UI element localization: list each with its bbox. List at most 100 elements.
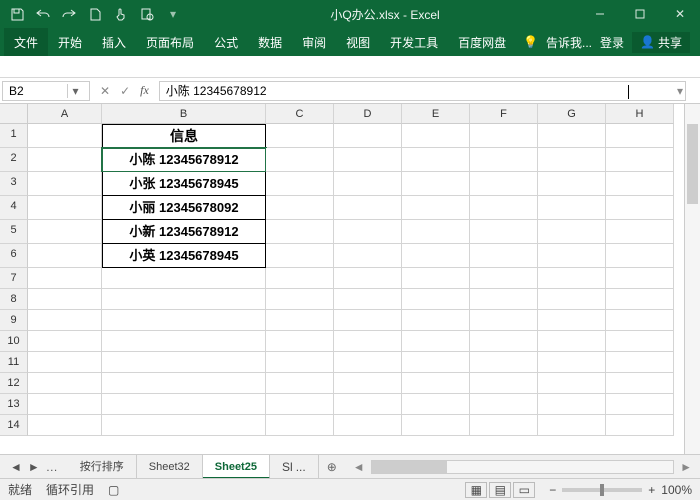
cell[interactable] — [470, 244, 538, 268]
cell[interactable]: 信息 — [102, 124, 266, 148]
cell[interactable] — [538, 310, 606, 331]
cell[interactable]: 小新 12345678912 — [102, 220, 266, 244]
cell[interactable] — [28, 352, 102, 373]
cell[interactable] — [334, 124, 402, 148]
name-box[interactable]: ▾ — [2, 81, 90, 101]
cell[interactable] — [606, 124, 674, 148]
cell[interactable] — [402, 394, 470, 415]
cell[interactable] — [606, 289, 674, 310]
row-header[interactable]: 3 — [0, 172, 28, 196]
cell[interactable] — [402, 244, 470, 268]
zoom-level[interactable]: 100% — [661, 483, 692, 497]
cell[interactable] — [334, 352, 402, 373]
cell[interactable] — [470, 310, 538, 331]
cell[interactable] — [606, 268, 674, 289]
cell[interactable] — [102, 415, 266, 436]
cell[interactable] — [28, 415, 102, 436]
cell[interactable] — [334, 172, 402, 196]
slider-thumb[interactable] — [600, 484, 604, 496]
tab-view[interactable]: 视图 — [336, 28, 380, 56]
cell[interactable] — [538, 289, 606, 310]
cell[interactable] — [606, 196, 674, 220]
cell[interactable] — [538, 394, 606, 415]
cell[interactable]: 小英 12345678945 — [102, 244, 266, 268]
zoom-slider[interactable] — [562, 488, 642, 492]
cell[interactable] — [470, 196, 538, 220]
new-icon[interactable] — [84, 3, 106, 25]
cell[interactable] — [102, 268, 266, 289]
row-header[interactable]: 6 — [0, 244, 28, 268]
cell[interactable] — [102, 331, 266, 352]
cell[interactable] — [538, 415, 606, 436]
qat-more-icon[interactable]: ▾ — [162, 3, 184, 25]
namebox-dropdown-icon[interactable]: ▾ — [67, 84, 83, 98]
minimize-button[interactable] — [580, 0, 620, 28]
sheet-nav-first-icon[interactable]: ◄ — [10, 460, 22, 474]
cell[interactable] — [402, 172, 470, 196]
cell[interactable] — [402, 196, 470, 220]
horizontal-scrollbar[interactable] — [371, 460, 674, 474]
cell[interactable] — [538, 373, 606, 394]
col-header[interactable]: G — [538, 104, 606, 124]
cell[interactable] — [266, 196, 334, 220]
cell[interactable] — [470, 268, 538, 289]
login-button[interactable]: 登录 — [600, 34, 624, 51]
cell[interactable] — [28, 331, 102, 352]
cell[interactable] — [334, 268, 402, 289]
cell[interactable] — [470, 331, 538, 352]
enter-icon[interactable]: ✓ — [120, 84, 130, 98]
cell[interactable] — [266, 373, 334, 394]
preview-icon[interactable] — [136, 3, 158, 25]
col-header[interactable]: E — [402, 104, 470, 124]
cell[interactable] — [102, 289, 266, 310]
cell[interactable] — [402, 268, 470, 289]
cell[interactable] — [606, 172, 674, 196]
formula-input[interactable] — [166, 84, 679, 98]
row-header[interactable]: 8 — [0, 289, 28, 310]
name-box-input[interactable] — [3, 84, 67, 98]
row-header[interactable]: 12 — [0, 373, 28, 394]
cell[interactable] — [28, 310, 102, 331]
cell[interactable] — [470, 394, 538, 415]
sheet-nav-more-icon[interactable]: … — [46, 460, 58, 474]
cell[interactable] — [402, 289, 470, 310]
sheet-tab-active[interactable]: Sheet25 — [203, 455, 270, 479]
view-normal-icon[interactable]: ▦ — [465, 482, 487, 498]
cell[interactable] — [470, 415, 538, 436]
sheet-tab[interactable]: Sl ... — [270, 455, 319, 479]
sheet-tab[interactable]: 按行排序 — [68, 455, 137, 479]
new-sheet-button[interactable]: ⊕ — [319, 460, 345, 474]
sheet-nav-last-icon[interactable]: ► — [28, 460, 40, 474]
cell[interactable] — [334, 373, 402, 394]
scroll-thumb[interactable] — [687, 124, 698, 204]
save-icon[interactable] — [6, 3, 28, 25]
cancel-icon[interactable]: ✕ — [100, 84, 110, 98]
tab-baidu[interactable]: 百度网盘 — [448, 28, 516, 56]
cell[interactable] — [606, 148, 674, 172]
cell[interactable] — [402, 415, 470, 436]
cell[interactable] — [538, 172, 606, 196]
tab-file[interactable]: 文件 — [4, 28, 48, 56]
cell[interactable] — [266, 289, 334, 310]
row-header[interactable]: 13 — [0, 394, 28, 415]
cell[interactable] — [606, 394, 674, 415]
col-header[interactable]: D — [334, 104, 402, 124]
fx-icon[interactable]: fx — [140, 83, 149, 98]
cell[interactable]: 小张 12345678945 — [102, 172, 266, 196]
row-header[interactable]: 9 — [0, 310, 28, 331]
tab-review[interactable]: 审阅 — [292, 28, 336, 56]
cell[interactable] — [266, 148, 334, 172]
formula-input-wrap[interactable]: ▾ — [159, 81, 686, 101]
cell[interactable] — [266, 331, 334, 352]
cell[interactable] — [470, 124, 538, 148]
row-header[interactable]: 10 — [0, 331, 28, 352]
cell[interactable] — [102, 352, 266, 373]
tab-data[interactable]: 数据 — [248, 28, 292, 56]
select-all-corner[interactable] — [0, 104, 28, 124]
tell-me[interactable]: 告诉我... — [546, 34, 592, 51]
cell[interactable] — [606, 373, 674, 394]
cell[interactable] — [266, 244, 334, 268]
cell[interactable] — [470, 352, 538, 373]
row-header[interactable]: 5 — [0, 220, 28, 244]
tab-pagelayout[interactable]: 页面布局 — [136, 28, 204, 56]
